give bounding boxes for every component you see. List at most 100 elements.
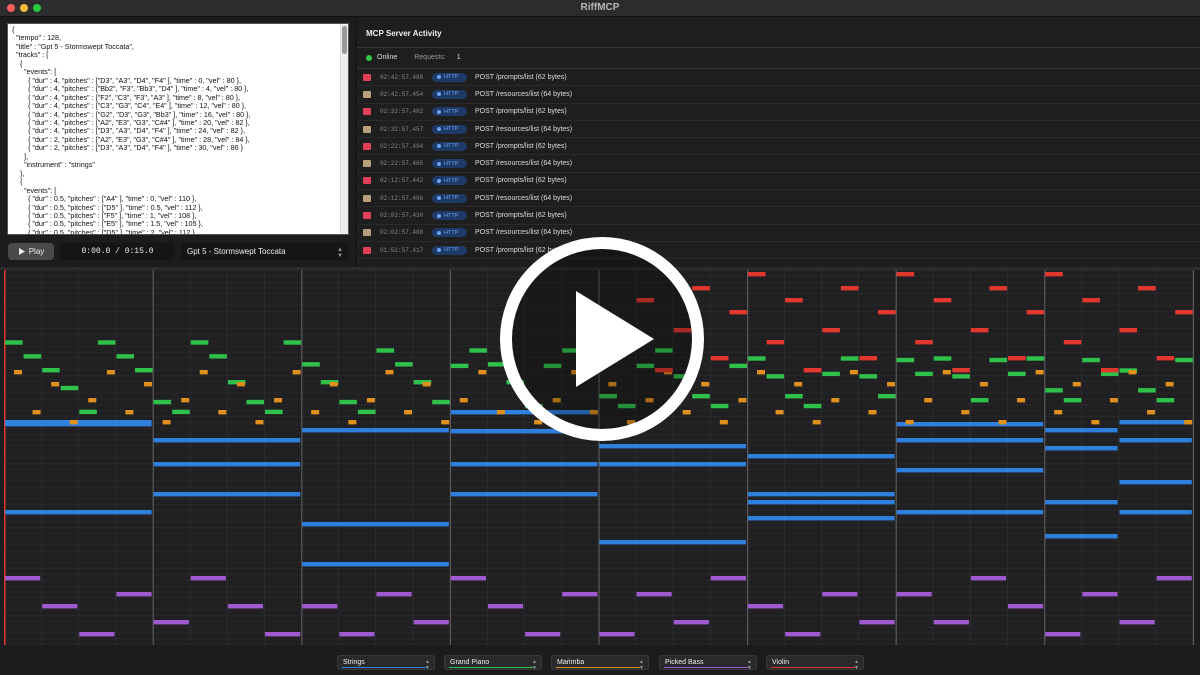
instrument-picker[interactable]: Strings ▲ ▼ [337,655,435,671]
note-strings[interactable] [599,462,746,467]
note-marimba[interactable] [1165,382,1174,387]
note-strings[interactable] [153,438,301,443]
note-violin[interactable] [785,298,803,303]
note-grand-piano[interactable] [357,409,376,415]
note-violin[interactable] [748,272,766,277]
note-grand-piano[interactable] [766,374,785,379]
note-grand-piano[interactable] [840,356,859,361]
note-grand-piano[interactable] [748,356,766,361]
activity-log[interactable]: 02:42:57.488 HTTP POST /prompts/list (62 b… [357,69,1200,260]
note-grand-piano[interactable] [878,394,896,399]
note-marimba[interactable] [69,420,78,425]
note-marimba[interactable] [292,370,301,375]
note-picked-bass[interactable] [339,632,375,637]
note-grand-piano[interactable] [265,409,283,415]
note-picked-bass[interactable] [822,592,858,597]
note-strings[interactable] [748,500,895,505]
log-row[interactable]: 02:22:57.465 HTTP POST /resources/list (64… [357,155,1200,173]
note-picked-bass[interactable] [450,576,486,581]
note-marimba[interactable] [441,420,450,425]
note-picked-bass[interactable] [1008,604,1044,609]
note-marimba[interactable] [218,410,227,415]
note-grand-piano[interactable] [1045,388,1063,393]
note-grand-piano[interactable] [135,368,153,373]
instrument-picker[interactable]: Picked Bass ▲ ▼ [659,655,757,671]
note-picked-bass[interactable] [896,592,932,597]
note-picked-bass[interactable] [673,620,709,625]
note-grand-piano[interactable] [469,348,487,353]
note-grand-piano[interactable] [339,399,357,405]
note-violin[interactable] [1119,328,1138,333]
note-grand-piano[interactable] [5,340,23,345]
note-strings[interactable] [1045,500,1118,505]
note-marimba[interactable] [924,398,933,403]
note-picked-bass[interactable] [5,576,41,581]
log-row[interactable]: 02:12:57.442 HTTP POST /prompts/list (62 b… [357,173,1200,191]
note-strings[interactable] [896,510,1044,515]
note-grand-piano[interactable] [729,363,747,369]
note-marimba[interactable] [478,370,487,375]
note-strings[interactable] [896,422,1044,427]
note-strings[interactable] [896,468,1044,473]
note-grand-piano[interactable] [785,394,803,399]
note-marimba[interactable] [14,370,22,375]
log-row[interactable]: 01:52:57.417 HTTP POST /prompts/list (62 b… [357,242,1200,260]
note-strings[interactable] [748,516,895,521]
note-strings[interactable] [1119,438,1192,443]
note-violin[interactable] [710,356,729,361]
note-marimba[interactable] [274,398,283,403]
note-violin[interactable] [933,298,952,303]
note-grand-piano[interactable] [153,399,172,405]
note-grand-piano[interactable] [432,399,450,405]
note-picked-bass[interactable] [636,592,672,597]
note-picked-bass[interactable] [562,592,598,597]
note-marimba[interactable] [366,398,375,403]
note-marimba[interactable] [868,410,877,415]
note-marimba[interactable] [1091,420,1100,425]
note-marimba[interactable] [905,420,914,425]
note-grand-piano[interactable] [952,374,970,379]
editor-scroll-track[interactable] [340,24,348,234]
note-marimba[interactable] [757,370,765,375]
note-strings[interactable] [748,492,895,497]
note-picked-bass[interactable] [153,620,189,625]
note-picked-bass[interactable] [859,620,895,625]
note-strings[interactable] [599,540,746,545]
note-violin[interactable] [970,328,989,333]
note-picked-bass[interactable] [487,604,524,609]
note-violin[interactable] [1175,310,1193,315]
note-marimba[interactable] [794,382,803,387]
note-marimba[interactable] [1017,398,1026,403]
instrument-picker[interactable]: Grand Piano ▲ ▼ [444,655,542,671]
note-picked-bass[interactable] [302,604,338,609]
note-strings[interactable] [5,422,152,427]
note-strings[interactable] [1045,534,1118,539]
note-grand-piano[interactable] [1082,357,1100,363]
note-grand-piano[interactable] [710,403,729,409]
note-strings[interactable] [153,492,301,497]
note-strings[interactable] [450,462,598,467]
note-picked-bass[interactable] [1156,576,1192,581]
note-marimba[interactable] [1109,398,1118,403]
note-picked-bass[interactable] [1045,632,1081,637]
note-marimba[interactable] [348,420,357,425]
note-violin[interactable] [1082,298,1100,303]
note-marimba[interactable] [255,420,264,425]
instrument-picker[interactable]: Marimba ▲ ▼ [551,655,649,671]
playhead[interactable] [4,270,6,645]
note-marimba[interactable] [812,420,821,425]
note-marimba[interactable] [719,420,728,425]
note-marimba[interactable] [311,410,320,415]
note-marimba[interactable] [385,370,394,375]
note-marimba[interactable] [1147,410,1156,415]
note-violin[interactable] [896,272,915,277]
note-violin[interactable] [878,310,896,315]
note-marimba[interactable] [236,382,245,387]
note-grand-piano[interactable] [79,409,97,415]
note-marimba[interactable] [88,398,97,403]
json-editor[interactable]: { "tempo" : 128, "title" : "Gpt 5 - Stor… [7,23,349,235]
note-picked-bass[interactable] [710,576,746,581]
note-grand-piano[interactable] [172,409,190,415]
note-strings[interactable] [1045,446,1118,451]
note-marimba[interactable] [1054,410,1063,415]
